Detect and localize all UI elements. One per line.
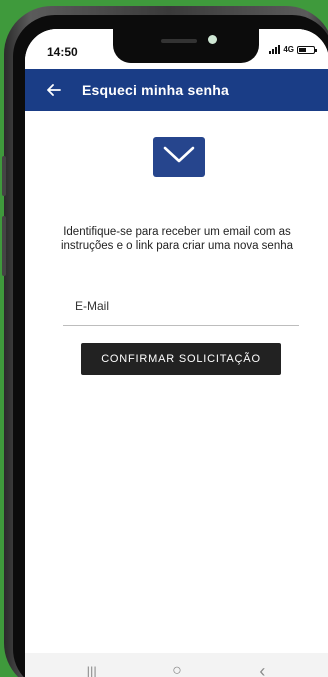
arrow-left-icon [47, 84, 61, 96]
status-icons: 4G [269, 45, 317, 54]
status-time: 14:50 [47, 45, 78, 59]
recent-apps-button[interactable]: ||| [77, 659, 107, 677]
back-icon: ‹ [259, 660, 266, 677]
network-type: 4G [283, 45, 294, 54]
side-button [2, 216, 6, 276]
phone-bezel: 14:50 4G Esqueci minha senha Identifique… [13, 15, 328, 677]
back-button[interactable] [41, 77, 67, 103]
system-back-button[interactable]: ‹ [247, 659, 277, 677]
page-title: Esqueci minha senha [82, 82, 229, 98]
volume-button [2, 156, 6, 196]
home-button[interactable]: ○ [162, 659, 192, 677]
battery-icon [297, 45, 317, 54]
system-nav-bar: ||| ○ ‹ [25, 653, 328, 677]
status-bar: 14:50 4G [25, 29, 328, 69]
notch [113, 29, 259, 63]
envelope-icon [153, 137, 205, 177]
app-bar: Esqueci minha senha [25, 69, 328, 111]
signal-icon [269, 45, 281, 54]
phone-frame: 14:50 4G Esqueci minha senha Identifique… [2, 6, 328, 677]
instructions-text: Identifique-se para receber um email com… [60, 226, 294, 252]
email-field[interactable] [63, 291, 299, 326]
email-input[interactable] [63, 291, 299, 321]
confirm-request-button[interactable]: CONFIRMAR SOLICITAÇÃO [81, 343, 281, 375]
recent-apps-icon: ||| [86, 663, 97, 677]
speaker-grille [161, 39, 197, 43]
home-icon: ○ [172, 662, 182, 677]
camera-icon [208, 35, 217, 44]
phone-screen: 14:50 4G Esqueci minha senha Identifique… [25, 29, 328, 677]
